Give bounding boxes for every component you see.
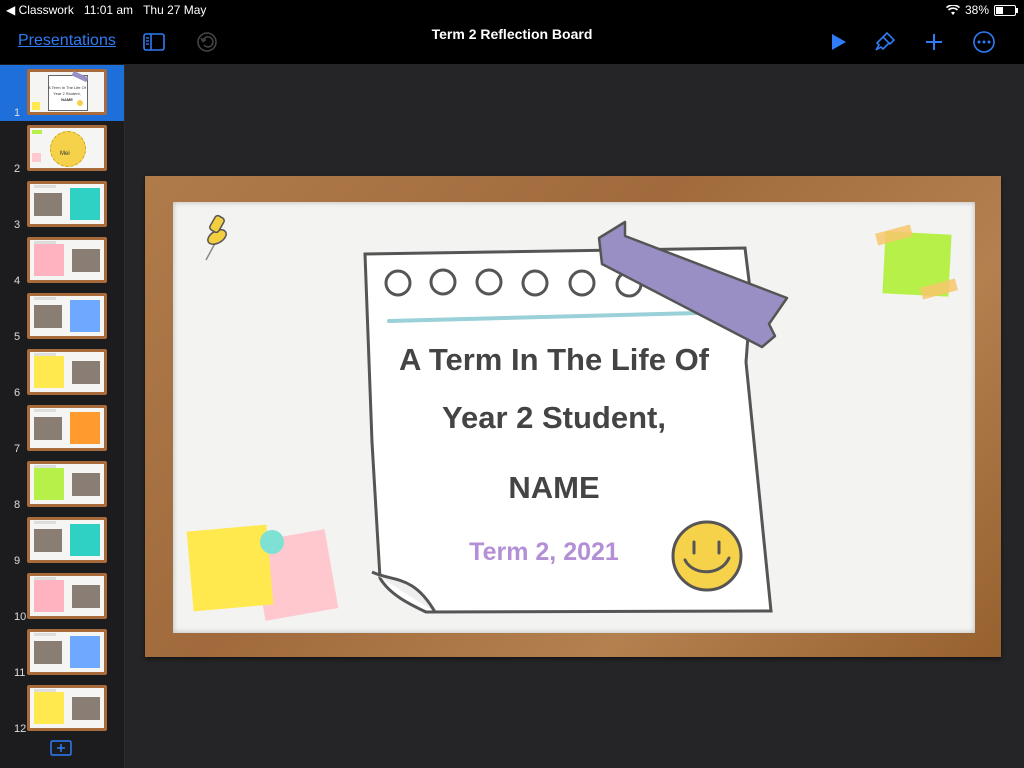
thumb-name: NAME [61,97,73,102]
add-slide-icon[interactable] [50,740,72,756]
slide-number: 10 [14,611,27,623]
slide-thumbnail[interactable] [27,349,107,395]
slide-number: 5 [14,331,21,343]
slide-thumbnail[interactable] [27,685,107,731]
slide-thumbnail-content [30,184,104,224]
slide-thumbnail-row[interactable]: 2 Mei [0,121,124,177]
wood-frame: A Term In The Life Of Year 2 Student, NA… [145,176,1001,657]
slide-thumbnail[interactable] [27,237,107,283]
slide-number: 8 [14,499,21,511]
status-date: Thu 27 May [143,3,207,17]
slide-thumbnail-content: A Term In The Life Of Year 2 Student, NAME [30,70,104,112]
slide-thumbnail-content [30,576,104,616]
play-icon[interactable] [826,30,850,54]
slide-thumbnail-content [30,520,104,560]
slide-thumbnail-row[interactable]: 7 [0,401,124,457]
thumb-caption: Mei [60,151,70,157]
status-bar: ◀ Classwork 11:01 am Thu 27 May 38% [0,0,1024,20]
slide-number: 7 [14,443,21,455]
slide-thumbnail-content [30,352,104,392]
slide-thumbnail-content [30,688,104,728]
slide-number: 1 [14,107,21,119]
pushpin-icon [205,214,227,261]
slide-thumbnail[interactable] [27,405,107,451]
slide-thumbnail-content [30,296,104,336]
slide-number: 4 [14,275,21,287]
slide-title-line2[interactable]: Year 2 Student, [153,400,955,436]
slide-thumbnail-row[interactable]: 9 [0,513,124,569]
slide-thumbnail[interactable] [27,629,107,675]
toolbar: Presentations Term 2 Reflection Board [0,20,1024,64]
slide-name[interactable]: NAME [153,470,955,506]
slide-title-line1[interactable]: A Term In The Life Of [153,342,955,378]
slide-canvas[interactable]: A Term In The Life Of Year 2 Student, NA… [125,64,1024,768]
battery-percent: 38% [964,3,989,17]
slide-number: 9 [14,555,21,567]
battery-fill [996,6,1003,14]
add-icon[interactable] [922,30,946,54]
slide-thumbnail-row[interactable]: 4 [0,233,124,289]
slide-thumbnail[interactable]: Mei [27,125,107,171]
slide-thumbnail-content [30,632,104,672]
slide-navigator: 1 A Term In The Life Of Year 2 Student, NAM… [0,64,125,768]
slide-thumbnail-row[interactable]: 5 [0,289,124,345]
slide-thumbnail-row[interactable]: 1 A Term In The Life Of Year 2 Student, NAM… [0,65,124,121]
slide-thumbnail-row[interactable]: 6 [0,345,124,401]
slide-number: 12 [14,723,27,735]
status-time: 11:01 am [83,3,134,17]
slide-thumbnail-content: Mei [30,128,104,168]
slide-thumbnail-row[interactable]: 11 [0,625,124,681]
battery-icon [994,4,1018,16]
slide-thumbnail[interactable] [27,181,107,227]
back-to-app[interactable]: ◀ Classwork [6,3,74,17]
slide-thumbnail-content [30,240,104,280]
slide-thumbnail[interactable] [27,573,107,619]
slide-board[interactable]: A Term In The Life Of Year 2 Student, NA… [173,202,975,633]
slide-thumbnail-content [30,408,104,448]
document-title: Term 2 Reflection Board [431,26,593,42]
green-sticky-note [875,224,958,300]
wifi-icon [945,4,960,15]
slide-thumbnail-row[interactable]: 12 [0,681,124,737]
slide-number: 11 [14,667,26,679]
slide-number: 2 [14,163,21,175]
slide-number: 6 [14,387,21,399]
slide-thumbnail[interactable] [27,461,107,507]
more-options-icon[interactable] [972,30,996,54]
slide-term[interactable]: Term 2, 2021 [143,538,945,567]
slide-thumbnail-row[interactable]: 8 [0,457,124,513]
slide-thumbnail-row[interactable]: 10 [0,569,124,625]
slide-number: 3 [14,219,21,231]
slide-thumbnail[interactable] [27,517,107,563]
format-brush-icon[interactable] [873,30,897,54]
slide-thumbnail-content [30,464,104,504]
slide-thumbnail[interactable] [27,293,107,339]
slide-thumbnail[interactable]: A Term In The Life Of Year 2 Student, NAME [27,69,107,115]
slide-thumbnail-row[interactable]: 3 [0,177,124,233]
